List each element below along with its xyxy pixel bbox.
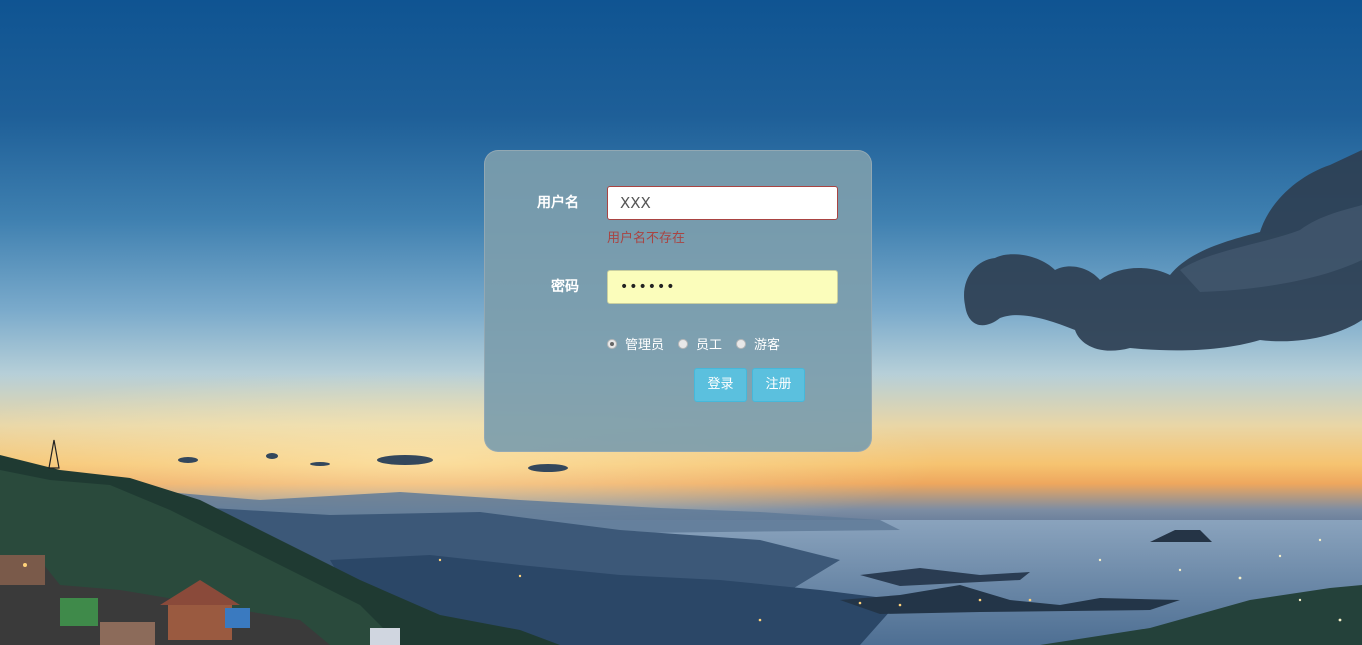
role-option-guest[interactable]: 游客: [736, 334, 780, 353]
username-label: 用户名: [537, 195, 579, 211]
password-input[interactable]: [607, 270, 838, 304]
login-button[interactable]: 登录: [694, 368, 747, 402]
role-label-guest: 游客: [754, 338, 781, 353]
role-label-admin: 管理员: [625, 338, 665, 353]
register-button[interactable]: 注册: [752, 368, 805, 402]
password-label: 密码: [551, 279, 579, 295]
role-option-employee[interactable]: 员工: [678, 334, 722, 353]
username-error-message: 用户名不存在: [607, 231, 686, 246]
login-panel: 用户名 用户名不存在 密码 管理员 员工 游客 登录 注册: [484, 150, 872, 452]
radio-unchecked-icon[interactable]: [678, 338, 689, 349]
role-radio-group: 管理员 员工 游客: [607, 334, 794, 353]
radio-checked-icon[interactable]: [607, 338, 617, 349]
radio-unchecked-icon[interactable]: [736, 338, 747, 349]
role-label-employee: 员工: [696, 338, 723, 353]
username-input[interactable]: [607, 186, 838, 220]
role-option-admin[interactable]: 管理员: [607, 334, 664, 353]
